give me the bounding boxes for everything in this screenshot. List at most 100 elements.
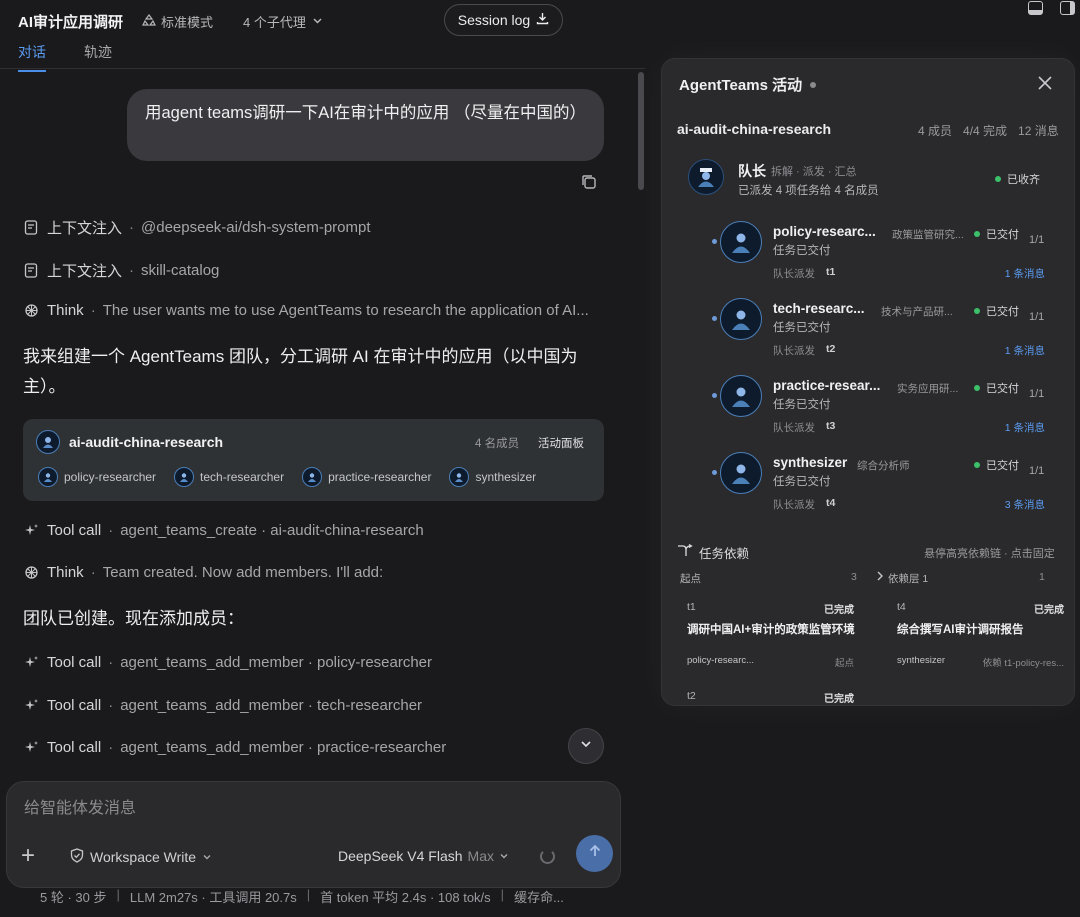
mode-label: 标准模式 [161, 15, 214, 30]
member-sub: 任务已交付 [773, 322, 831, 334]
session-log-button[interactable]: Session log [444, 4, 563, 36]
member-progress: 1/1 [1029, 311, 1045, 323]
member-messages-link[interactable]: 1 条消息 [1005, 266, 1045, 281]
shield-icon [70, 848, 84, 866]
tool-call-row[interactable]: Tool call · agent_teams_add_member · pra… [23, 739, 446, 756]
agents-dropdown[interactable]: 4 个子代理 [243, 12, 323, 31]
member-chip[interactable]: practice-researcher [302, 467, 431, 487]
document-icon [23, 220, 39, 236]
member-status: 已交付 [974, 380, 1019, 396]
chevron-down-icon [202, 849, 212, 865]
mode-selector[interactable]: 标准模式 [142, 12, 213, 31]
team-name: ai-audit-china-research [69, 434, 224, 450]
task-id: t4 [897, 601, 906, 613]
tool-call-row[interactable]: Tool call · agent_teams_add_member · pol… [23, 654, 432, 671]
col-start-label: 起点 [680, 573, 701, 585]
member-row[interactable]: tech-researc... 技术与产品研... 已交付 1/1 任务已交付 … [712, 298, 1057, 370]
member-row[interactable]: synthesizer 综合分析师 已交付 1/1 任务已交付 队长派发 t4 … [712, 452, 1057, 524]
member-progress: 1/1 [1029, 234, 1045, 246]
openai-knot-icon [23, 303, 39, 319]
chevron-right-icon [876, 571, 884, 586]
panel-title-text: AgentTeams 活动 [679, 77, 803, 94]
send-button[interactable] [576, 835, 613, 872]
workspace-selector[interactable]: Workspace Write [70, 848, 212, 866]
close-icon[interactable] [1035, 73, 1055, 93]
member-row[interactable]: practice-resear... 实务应用研... 已交付 1/1 任务已交… [712, 375, 1057, 447]
task-card[interactable]: t2 已完成 [678, 682, 862, 705]
member-sub: 任务已交付 [773, 476, 831, 488]
member-role: 政策监管研究... [892, 229, 964, 241]
scroll-to-bottom-button[interactable] [568, 728, 604, 764]
toggle-bottom-panel-icon[interactable] [1028, 1, 1043, 15]
member-name: synthesizer [475, 470, 537, 484]
row-label: Tool call [47, 522, 102, 539]
member-status-text: 已交付 [986, 383, 1019, 395]
context-row[interactable]: 上下文注入 · @deepseek-ai/dsh-system-prompt [23, 217, 371, 238]
model-tier: Max [467, 848, 494, 864]
think-row[interactable]: Think · Team created. Now add members. I… [23, 564, 383, 581]
add-attachment-button[interactable]: + [21, 844, 35, 868]
member-chip[interactable]: tech-researcher [174, 467, 284, 487]
workspace-label: Workspace Write [90, 849, 197, 865]
task-card[interactable]: t1 已完成 调研中国AI+审计的政策监管环境 policy-researc..… [678, 593, 862, 687]
member-avatar [720, 375, 762, 417]
member-name: tech-researc... [773, 301, 865, 316]
recycle-icon [142, 13, 156, 30]
tool-call-row[interactable]: Tool call · agent_teams_add_member · tec… [23, 697, 422, 714]
member-chip[interactable]: policy-researcher [38, 467, 156, 487]
panel-stats: 4 成员 4/4 完成 12 消息 [918, 122, 1059, 139]
activity-panel-link[interactable]: 活动面板 [538, 435, 584, 451]
status-cache: 缓存命... [514, 890, 564, 905]
row-text: @deepseek-ai/dsh-system-prompt [141, 219, 371, 236]
member-role: 实务应用研... [897, 383, 959, 395]
member-dispatch: 队长派发 [773, 422, 815, 434]
col-layer-toggle[interactable]: 依赖层 1 [876, 571, 928, 586]
model-name: DeepSeek V4 Flash [338, 848, 463, 864]
member-name: policy-researcher [64, 470, 157, 484]
member-list: policy-researcher tech-researcher practi… [38, 467, 554, 487]
leader-status: 已收齐 [995, 171, 1040, 187]
member-task-id: t2 [826, 343, 836, 355]
context-row[interactable]: 上下文注入 · skill-catalog [23, 260, 219, 281]
member-messages-link[interactable]: 3 条消息 [1005, 497, 1045, 512]
member-avatar [38, 467, 58, 487]
stat-members: 4 成员 [918, 124, 953, 138]
row-label: Tool call [47, 654, 102, 671]
think-row[interactable]: Think · The user wants me to use AgentTe… [23, 302, 589, 319]
document-icon [23, 263, 39, 279]
sparkle-icon [23, 523, 39, 539]
member-role: 技术与产品研... [881, 306, 953, 318]
task-owner: synthesizer [897, 655, 946, 666]
member-messages-link[interactable]: 1 条消息 [1005, 420, 1045, 435]
status-bar: 5 轮 · 30 步 | LLM 2m27s · 工具调用 20.7s | 首 … [40, 887, 564, 905]
top-bar: AI审计应用调研 标准模式 4 个子代理 Session log [0, 0, 1080, 42]
branch-icon [677, 543, 693, 561]
member-task-id: t3 [826, 420, 836, 432]
model-selector[interactable]: DeepSeek V4 Flash Max [338, 848, 509, 864]
leader-summary: 已派发 4 项任务给 4 名成员 [738, 185, 879, 197]
member-row[interactable]: policy-researc... 政策监管研究... 已交付 1/1 任务已交… [712, 221, 1057, 293]
leader-role: 拆解 · 派发 · 汇总 [771, 166, 857, 178]
member-sub: 任务已交付 [773, 399, 831, 411]
stat-messages: 12 消息 [1018, 124, 1059, 138]
tab-chat[interactable]: 对话 [18, 42, 46, 72]
tab-trace[interactable]: 轨迹 [84, 42, 112, 62]
toggle-side-panel-icon[interactable] [1060, 1, 1075, 15]
loading-spinner-icon [540, 849, 555, 864]
agentteams-activity-panel: AgentTeams 活动 ai-audit-china-research 4 … [661, 58, 1075, 706]
sparkle-icon [23, 698, 39, 714]
member-messages-link[interactable]: 1 条消息 [1005, 343, 1045, 358]
copy-icon[interactable] [580, 173, 598, 191]
tool-call-row[interactable]: Tool call · agent_teams_create · ai-audi… [23, 522, 424, 539]
chat-scrollbar[interactable] [638, 72, 644, 190]
task-card[interactable]: t4 已完成 综合撰写AI审计调研报告 synthesizer 依赖 t1-po… [888, 593, 1072, 687]
member-avatar [449, 467, 470, 487]
task-dependency: 依赖 t1-policy-res... [982, 658, 1064, 669]
download-icon [536, 12, 549, 28]
team-card[interactable]: ai-audit-china-research 4 名成员 活动面板 polic… [23, 419, 604, 501]
message-input[interactable] [24, 796, 604, 822]
task-deps-header: 任务依赖 [677, 543, 749, 562]
member-chip[interactable]: synthesizer [449, 467, 536, 487]
task-id: t2 [687, 690, 696, 702]
task-status: 已完成 [824, 605, 854, 616]
